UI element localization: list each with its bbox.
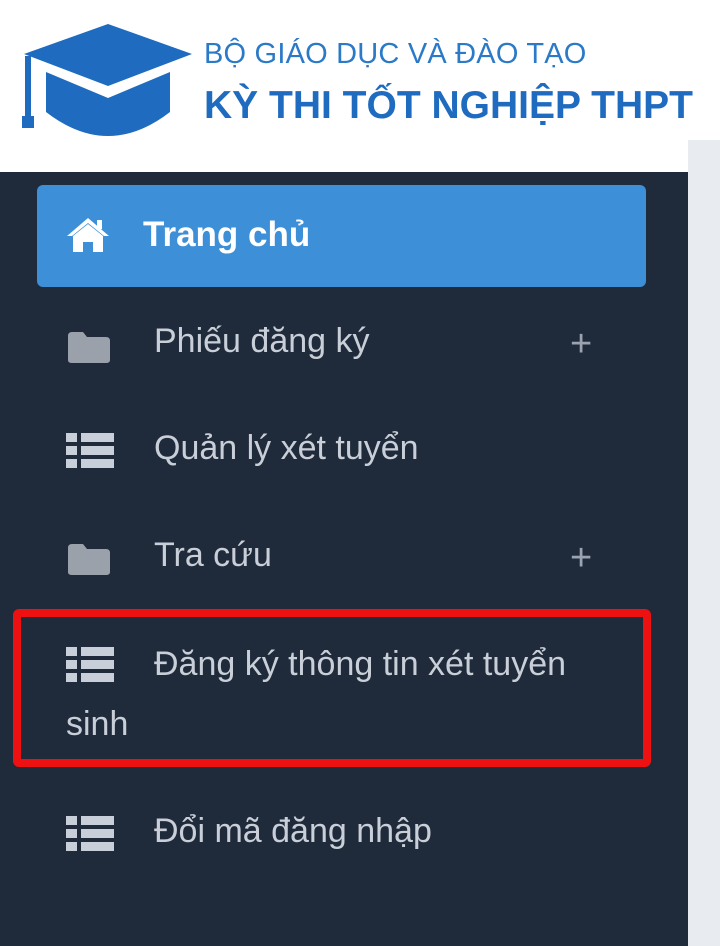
- highlight-annotation-box: [13, 609, 651, 767]
- list-icon: [66, 816, 114, 851]
- menu-item-home[interactable]: Trang chủ: [37, 185, 646, 287]
- folder-icon: [68, 332, 110, 363]
- exam-title: KỲ THI TỐT NGHIỆP THPT: [204, 84, 693, 127]
- menu-item-change-login-code[interactable]: Đổi mã đăng nhập: [0, 790, 688, 880]
- ministry-name: BỘ GIÁO DỤC VÀ ĐÀO TẠO: [204, 38, 587, 70]
- expand-plus-icon[interactable]: +: [570, 325, 592, 363]
- graduation-cap-icon: [22, 24, 192, 136]
- list-icon: [66, 433, 114, 468]
- menu-item-registration-form-label: Phiếu đăng ký: [154, 322, 370, 360]
- folder-icon: [68, 544, 110, 575]
- menu-item-admission-management-label: Quản lý xét tuyển: [154, 429, 419, 467]
- expand-plus-icon[interactable]: +: [570, 539, 592, 577]
- menu-item-home-label: Trang chủ: [143, 215, 311, 254]
- content-area: [688, 140, 720, 946]
- menu-item-lookup-label: Tra cứu: [154, 536, 272, 574]
- home-icon: [67, 218, 109, 252]
- menu-item-change-login-code-label: Đổi mã đăng nhập: [154, 812, 432, 850]
- menu-item-registration-form[interactable]: Phiếu đăng ký +: [0, 300, 688, 390]
- menu-item-admission-management[interactable]: Quản lý xét tuyển: [0, 405, 688, 495]
- menu-item-lookup[interactable]: Tra cứu +: [0, 512, 688, 602]
